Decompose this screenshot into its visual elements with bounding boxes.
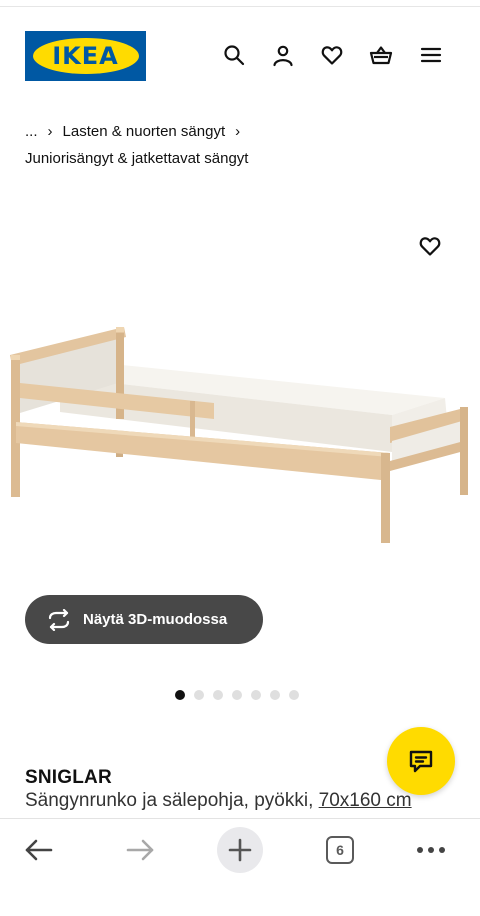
carousel-dot[interactable] [194,690,204,700]
basket-icon[interactable] [368,42,394,68]
product-name: SNIGLAR [25,767,112,788]
image-carousel-dots [175,690,299,700]
carousel-dot[interactable] [289,690,299,700]
back-arrow-icon[interactable] [16,827,62,873]
site-header: IKEA [0,30,480,82]
more-icon[interactable] [408,827,454,873]
account-icon[interactable] [270,42,296,68]
favourites-icon[interactable] [319,42,345,68]
breadcrumb-ellipsis[interactable]: ... [25,118,38,145]
menu-icon[interactable] [418,42,444,68]
add-to-favourites-button[interactable] [416,232,444,260]
view-in-3d-label: Näytä 3D-muodossa [83,611,228,628]
ikea-logo[interactable]: IKEA [25,31,146,81]
product-description: Sängynrunko ja sälepohja, pyökki, 70x160… [25,790,412,812]
chat-icon [409,750,433,773]
logo-text: IKEA [52,42,119,70]
heart-icon [419,237,441,256]
forward-arrow-icon[interactable] [117,827,163,873]
view-in-3d-button[interactable]: Näytä 3D-muodossa [25,595,263,644]
carousel-dot[interactable] [251,690,261,700]
chat-button[interactable] [387,727,455,795]
browser-toolbar: 6 [0,818,480,916]
breadcrumb-separator: › [235,123,241,140]
tabs-button[interactable]: 6 [317,827,363,873]
top-divider [0,6,480,7]
breadcrumb-current-link[interactable]: Juniorisängyt & jatkettavat sängyt [25,145,248,172]
tab-count: 6 [326,836,354,864]
carousel-dot[interactable] [232,690,242,700]
search-icon[interactable] [221,42,247,68]
rotate-3d-icon [46,608,72,631]
product-image[interactable] [0,215,480,615]
new-tab-button[interactable] [217,827,263,873]
logo-oval: IKEA [32,38,139,74]
carousel-dot[interactable] [213,690,223,700]
breadcrumb-separator: › [47,123,53,140]
breadcrumb-parent-link[interactable]: Lasten & nuorten sängyt [63,118,226,145]
breadcrumb: ... › Lasten & nuorten sängyt › Junioris… [25,118,465,172]
carousel-dot[interactable] [175,690,185,700]
plus-icon [228,838,252,862]
carousel-dot[interactable] [270,690,280,700]
product-size-link[interactable]: 70x160 cm [319,790,412,811]
product-description-text: Sängynrunko ja sälepohja, pyökki, [25,790,314,811]
